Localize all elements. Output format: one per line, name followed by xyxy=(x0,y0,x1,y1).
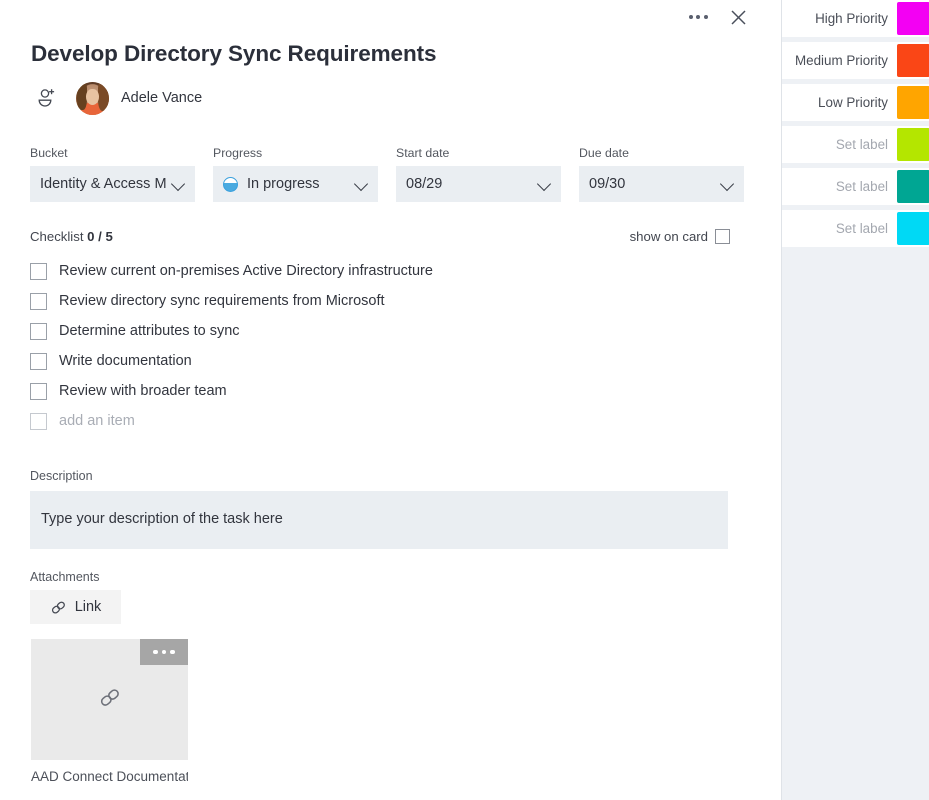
field-bucket: Bucket Identity & Access M xyxy=(30,146,195,202)
field-due-date-label: Due date xyxy=(579,146,629,160)
label-color-swatch[interactable] xyxy=(897,43,929,77)
checklist-item[interactable]: Review current on-premises Active Direct… xyxy=(30,256,730,286)
description-placeholder: Type your description of the task here xyxy=(41,511,283,527)
checklist-item-label: Write documentation xyxy=(59,353,192,369)
bucket-dropdown[interactable]: Identity & Access M xyxy=(30,166,195,202)
progress-dropdown[interactable]: In progress xyxy=(213,166,378,202)
checklist-item[interactable]: Review directory sync requirements from … xyxy=(30,286,730,316)
add-item-placeholder: add an item xyxy=(59,413,135,429)
checklist-count: 0 / 5 xyxy=(87,229,113,244)
checklist-item[interactable]: Write documentation xyxy=(30,346,730,376)
checklist-item-checkbox[interactable] xyxy=(30,322,47,340)
checklist-title-text: Checklist xyxy=(30,229,84,244)
field-start-date: Start date 08/29 xyxy=(396,146,561,202)
checklist-items: Review current on-premises Active Direct… xyxy=(30,256,730,436)
chevron-down-icon xyxy=(353,176,370,193)
due-date-value: 09/30 xyxy=(589,176,626,192)
bucket-value: Identity & Access M xyxy=(40,176,166,192)
due-date-picker[interactable]: 09/30 xyxy=(579,166,744,202)
label-row-text: Set label xyxy=(835,136,888,152)
assignee-row: Adele Vance xyxy=(30,80,202,116)
progress-value: In progress xyxy=(247,176,320,192)
checklist-item[interactable]: Determine attributes to sync xyxy=(30,316,730,346)
show-on-card-checkbox[interactable] xyxy=(715,229,730,244)
ellipsis-icon xyxy=(688,15,708,19)
add-checklist-item[interactable]: add an item xyxy=(30,406,730,436)
chevron-down-icon xyxy=(719,176,736,193)
checklist-header: Checklist 0 / 5 show on card xyxy=(30,229,730,244)
checklist-item-checkbox[interactable] xyxy=(30,382,47,400)
field-progress: Progress In progress xyxy=(213,146,378,202)
label-row-text: Set label xyxy=(835,178,888,194)
link-icon xyxy=(98,685,122,714)
label-row-unset-3[interactable]: Set label xyxy=(782,210,929,247)
start-date-picker[interactable]: 08/29 xyxy=(396,166,561,202)
label-row-unset-2[interactable]: Set label xyxy=(782,168,929,205)
label-row-medium-priority[interactable]: Medium Priority xyxy=(782,42,929,79)
attachment-thumbnail[interactable] xyxy=(31,639,188,760)
add-person-button[interactable] xyxy=(30,81,64,115)
checklist-item[interactable]: Review with broader team xyxy=(30,376,730,406)
attachments-label: Attachments xyxy=(30,570,100,584)
show-on-card-label: show on card xyxy=(629,229,708,244)
avatar[interactable] xyxy=(76,81,109,115)
link-icon xyxy=(51,601,65,614)
checklist-item-label: Review directory sync requirements from … xyxy=(59,293,385,309)
description-input[interactable]: Type your description of the task here xyxy=(30,491,728,549)
close-icon xyxy=(730,9,746,25)
checklist-item-checkbox[interactable] xyxy=(30,352,47,370)
checklist-item-label: Determine attributes to sync xyxy=(59,323,240,339)
label-color-swatch[interactable] xyxy=(897,85,929,119)
field-progress-label: Progress xyxy=(213,146,263,160)
checklist-item-checkbox[interactable] xyxy=(30,262,47,280)
labels-panel: High Priority Medium Priority Low Priori… xyxy=(781,0,929,800)
field-due-date: Due date 09/30 xyxy=(579,146,744,202)
labels-list: High Priority Medium Priority Low Priori… xyxy=(782,0,929,252)
label-row-unset-1[interactable]: Set label xyxy=(782,126,929,163)
attachment-name: AAD Connect Documentatio xyxy=(31,769,188,784)
task-detail-pane: Develop Directory Sync Requirements Adel… xyxy=(0,0,781,800)
task-detail-screen: Develop Directory Sync Requirements Adel… xyxy=(0,0,929,800)
checklist-item-checkbox[interactable] xyxy=(30,292,47,310)
label-row-text: Low Priority xyxy=(818,94,888,110)
page-title: Develop Directory Sync Requirements xyxy=(31,41,437,66)
checklist-title: Checklist 0 / 5 xyxy=(30,229,113,244)
start-date-value: 08/29 xyxy=(406,176,443,192)
field-bucket-label: Bucket xyxy=(30,146,68,160)
ellipsis-icon xyxy=(153,649,175,655)
chevron-down-icon xyxy=(170,176,187,193)
label-row-high-priority[interactable]: High Priority xyxy=(782,0,929,37)
add-link-label: Link xyxy=(74,599,102,615)
show-on-card-toggle[interactable]: show on card xyxy=(630,229,730,244)
add-item-checkbox xyxy=(30,412,47,430)
task-fields-row: Bucket Identity & Access M Progress In p… xyxy=(30,146,750,202)
attachment-card: AAD Connect Documentatio xyxy=(31,639,188,784)
label-color-swatch[interactable] xyxy=(897,211,929,245)
add-link-button[interactable]: Link xyxy=(30,590,121,624)
label-row-low-priority[interactable]: Low Priority xyxy=(782,84,929,121)
label-row-text: Medium Priority xyxy=(794,52,888,68)
close-button[interactable] xyxy=(721,0,755,34)
add-person-icon xyxy=(38,89,55,107)
label-row-text: Set label xyxy=(835,220,888,236)
more-options-button[interactable] xyxy=(683,4,713,30)
label-row-text: High Priority xyxy=(815,10,888,26)
progress-in-progress-icon xyxy=(223,176,238,192)
checklist-item-label: Review current on-premises Active Direct… xyxy=(59,263,433,279)
label-color-swatch[interactable] xyxy=(897,1,929,35)
checklist-item-label: Review with broader team xyxy=(59,383,227,399)
attachment-more-options-button[interactable] xyxy=(140,639,188,665)
pane-header-actions xyxy=(661,0,781,34)
field-start-date-label: Start date xyxy=(396,146,450,160)
chevron-down-icon xyxy=(536,176,553,193)
label-color-swatch[interactable] xyxy=(897,169,929,203)
description-label: Description xyxy=(30,469,93,483)
label-color-swatch[interactable] xyxy=(897,127,929,161)
assignee-name: Adele Vance xyxy=(121,90,203,106)
